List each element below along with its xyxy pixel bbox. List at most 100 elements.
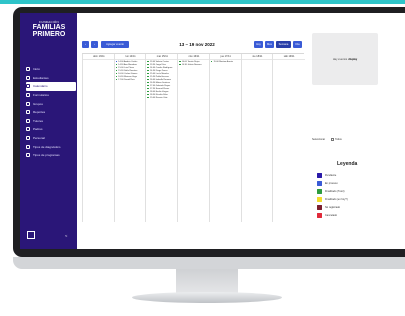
- monitor-screen: FUNDACIÓN FAMILIAS PRIMERO Inicio Estudia…: [20, 13, 405, 249]
- event-text: 15:30 Pablo Herrera: [150, 75, 169, 78]
- sidebar-item-label: Tutores: [33, 118, 44, 123]
- event-status-dot: [147, 78, 150, 81]
- week-view-button[interactable]: Semana: [276, 41, 291, 48]
- event-status-dot: [147, 93, 150, 96]
- sidebar-item-9[interactable]: Tipos de diagnóstico: [26, 142, 76, 151]
- filter-row: Seleccionar Todos: [312, 138, 342, 141]
- event-status-dot: [147, 84, 150, 87]
- day-column[interactable]: mar 15/11 13:00 Valeria Castro 13:30 Jorge…: [145, 54, 179, 222]
- sidebar-item-1[interactable]: Estudiantes: [26, 74, 76, 83]
- day-header: sáb 19/11: [273, 54, 305, 60]
- event-text: 15:00 Martina Acosta: [213, 60, 233, 63]
- event-status-dot: [179, 60, 181, 63]
- calendar-event[interactable]: 15:00 Martina Acosta: [210, 60, 242, 63]
- week-grid: dom 13/11 lun 14/11 14:00 Andrés Cortés 14:…: [82, 53, 305, 222]
- event-text: 15:00 Luis Pérez: [118, 66, 134, 69]
- day-header: dom 13/11: [83, 54, 115, 60]
- legend-label: Cancelado: [325, 213, 337, 217]
- event-status-dot: [147, 81, 150, 84]
- sidebar-item-10[interactable]: Tipos de programas: [26, 151, 76, 160]
- today-button[interactable]: Hoy: [254, 41, 263, 48]
- calendar-event[interactable]: 14:30 Julieta Navarro: [179, 63, 210, 66]
- monitor-chin: [13, 257, 405, 269]
- top-accent-strip: [0, 0, 405, 4]
- program-icon: [26, 153, 30, 158]
- event-status-dot: [147, 87, 150, 90]
- sidebar-item-7[interactable]: Padres: [26, 125, 76, 134]
- add-event-button[interactable]: Agregar evento: [101, 41, 129, 48]
- legend-label: Finalizado (Tutor): [325, 189, 345, 193]
- legend-label: Pendiente: [325, 173, 337, 177]
- sidebar-item-5[interactable]: Reportes: [26, 108, 76, 117]
- calendar-toolbar: ‹ › Agregar evento 13 – 19 nov 2022 Hoy …: [82, 41, 304, 49]
- collapse-sidebar-icon[interactable]: <: [65, 233, 67, 238]
- day-column[interactable]: vie 18/11: [240, 54, 274, 222]
- event-text: 18:00 Emilia Vargas: [150, 90, 169, 93]
- sidebar-item-4[interactable]: Grupos: [26, 99, 76, 108]
- brand-logo[interactable]: FUNDACIÓN FAMILIAS PRIMERO: [26, 21, 72, 39]
- sidebar-item-8[interactable]: Personal: [26, 134, 76, 143]
- event-status-dot: [179, 63, 181, 66]
- sidebar-item-6[interactable]: Tutores: [26, 117, 76, 126]
- legend-item: Pendiente: [317, 171, 397, 179]
- event-text: 13:30 Jorge Díaz: [150, 63, 166, 66]
- legend-swatch: [317, 212, 322, 218]
- event-status-dot: [115, 75, 118, 78]
- event-text: 14:00 Andrés Cortés: [118, 60, 138, 63]
- legend-item: En proceso: [317, 179, 397, 187]
- event-text: 14:00 Camila Rodríguez: [150, 66, 173, 69]
- sidebar-item-label: Grupos: [33, 101, 43, 106]
- sidebar-item-2[interactable]: Calendario: [26, 82, 76, 91]
- day-column[interactable]: lun 14/11 14:00 Andrés Cortés 14:30 Ana Me…: [113, 54, 147, 222]
- month-view-button[interactable]: Mes: [265, 41, 274, 48]
- event-text: 16:00 Isabella Romero: [150, 78, 171, 81]
- calendar-main: ‹ › Agregar evento 13 – 19 nov 2022 Hoy …: [77, 13, 307, 249]
- event-status-dot: [115, 78, 118, 81]
- event-text: 17:30 Samuel Flores: [150, 87, 170, 90]
- event-text: 14:30 Diego Torres: [150, 69, 168, 72]
- legend-swatch: [317, 172, 322, 178]
- event-status-dot: [147, 66, 150, 69]
- legend-item: No registrado: [317, 203, 397, 211]
- day-column[interactable]: mié 16/11 14:00 Tomás Rojas 14:30 Julieta …: [177, 54, 210, 222]
- day-column[interactable]: jue 17/11 15:00 Martina Acosta: [208, 54, 242, 222]
- sidebar-item-label: Calendario: [33, 84, 48, 89]
- legend-label: Finalizado (en hoy?): [325, 197, 348, 201]
- legend-item: Finalizado (Tutor): [317, 187, 397, 195]
- filter-all-checkbox[interactable]: Todos: [331, 138, 342, 141]
- parent-icon: [26, 127, 30, 132]
- legend-swatch: [317, 196, 322, 202]
- event-status-dot: [147, 72, 150, 75]
- sidebar-item-3[interactable]: Formularios: [26, 91, 76, 100]
- diagnosis-icon: [26, 144, 30, 149]
- prev-week-button[interactable]: ‹: [82, 41, 89, 48]
- sidebar-item-0[interactable]: Inicio: [26, 65, 76, 74]
- sidebar-item-label: Tipos de programas: [33, 153, 60, 158]
- sidebar-item-label: Personal: [33, 136, 45, 141]
- report-icon: [26, 110, 30, 115]
- calendar-event[interactable]: 17:00 Daniel Ruiz: [115, 78, 147, 81]
- event-text: 14:30 Ana Mendoza: [118, 63, 137, 66]
- user-profile-icon[interactable]: [27, 231, 35, 239]
- calendar-event[interactable]: 19:00 Renata Ortiz: [147, 96, 178, 99]
- event-text: 16:30 Mateo Jiménez: [150, 81, 170, 84]
- day-column[interactable]: sáb 19/11: [272, 54, 305, 222]
- event-text: 15:30 Sofía Ramírez: [118, 69, 138, 72]
- next-week-button[interactable]: ›: [91, 41, 98, 48]
- event-status-dot: [115, 72, 118, 75]
- event-text: 13:00 Valeria Castro: [150, 60, 169, 63]
- event-status-dot: [147, 63, 150, 66]
- legend-swatch: [317, 204, 322, 210]
- filter-option-label: Todos: [335, 138, 342, 141]
- day-column[interactable]: dom 13/11: [82, 54, 115, 222]
- day-view-button[interactable]: Día: [293, 41, 302, 48]
- event-text: 18:30 Nicolás Silva: [150, 93, 168, 96]
- event-text: 14:30 Julieta Navarro: [181, 63, 202, 66]
- legend-item: Cancelado: [317, 211, 397, 219]
- legend-item: Finalizado (en hoy?): [317, 195, 397, 203]
- sidebar: FUNDACIÓN FAMILIAS PRIMERO Inicio Estudia…: [20, 13, 77, 249]
- right-panel: Hay eventos display Seleccionar Todos Le…: [307, 13, 405, 249]
- brand-line-3: PRIMERO: [32, 31, 66, 38]
- brand-line-2: FAMILIAS: [32, 24, 66, 31]
- sidebar-item-label: Reportes: [33, 110, 46, 115]
